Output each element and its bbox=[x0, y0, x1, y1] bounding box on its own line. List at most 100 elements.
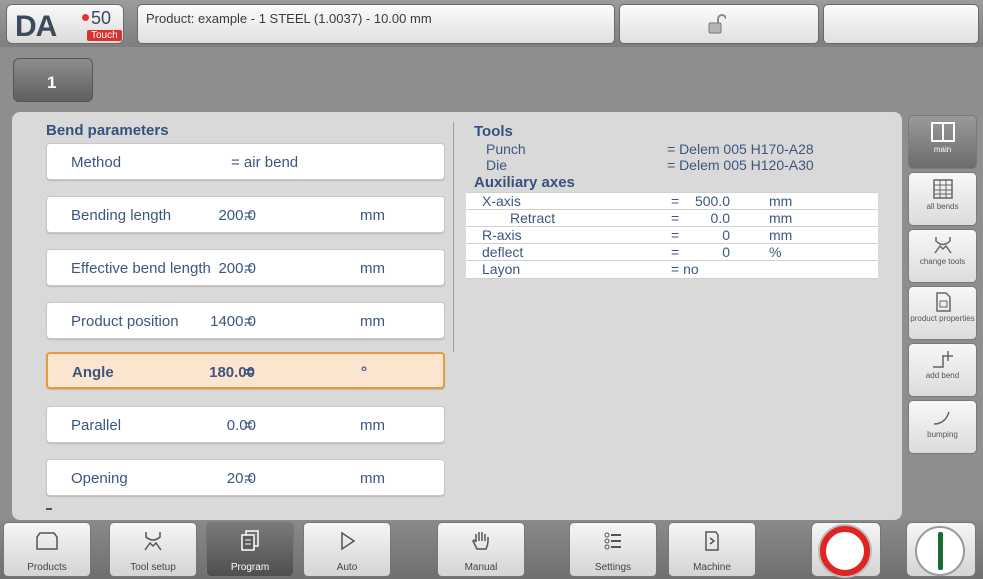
param-label: Opening bbox=[71, 470, 128, 487]
param-opening[interactable]: Opening = 20.0 mm bbox=[46, 459, 445, 496]
bend-parameters-title: Bend parameters bbox=[46, 122, 169, 139]
folder-icon bbox=[36, 532, 58, 550]
list-settings-icon bbox=[604, 532, 621, 550]
logo-text: DA bbox=[15, 10, 57, 43]
aux-label: deflect bbox=[482, 244, 524, 260]
nav-products[interactable]: Products bbox=[3, 522, 91, 577]
param-value: 1400.0 bbox=[210, 313, 256, 330]
aux-row-x-axis[interactable]: X-axis = 500.0 mm bbox=[466, 192, 878, 209]
param-label: Parallel bbox=[71, 417, 122, 434]
aux-row-deflect[interactable]: deflect = 0 % bbox=[466, 243, 878, 260]
nav-program-label: Program bbox=[230, 562, 270, 573]
add-bend-label: add bend bbox=[925, 371, 960, 380]
param-label: Product position bbox=[71, 313, 179, 330]
start-button[interactable] bbox=[906, 522, 976, 577]
change-tools-button[interactable]: change tools bbox=[908, 229, 977, 283]
aux-equals: = bbox=[671, 227, 680, 243]
aux-unit: % bbox=[769, 244, 782, 260]
bumping-icon bbox=[933, 411, 950, 425]
nav-products-label: Products bbox=[27, 562, 67, 573]
nav-settings[interactable]: Settings bbox=[569, 522, 657, 577]
param-unit: mm bbox=[360, 207, 385, 224]
column-divider bbox=[453, 122, 454, 352]
param-label: Angle bbox=[72, 364, 114, 381]
die-value[interactable]: = Delem 005 H120-A30 bbox=[667, 157, 859, 173]
aux-row-r-axis[interactable]: R-axis = 0 mm bbox=[466, 226, 878, 243]
all-bends-label: all bends bbox=[926, 202, 959, 211]
lock-box[interactable] bbox=[619, 4, 819, 44]
aux-value: 0 bbox=[722, 244, 730, 260]
param-value: 20.0 bbox=[226, 470, 256, 487]
document-icon bbox=[935, 292, 951, 312]
product-properties-label: product properties bbox=[910, 314, 975, 323]
all-bends-button[interactable]: all bends bbox=[908, 172, 977, 226]
param-angle[interactable]: Angle = 180.00 ° bbox=[46, 352, 445, 389]
aux-unit: mm bbox=[769, 210, 793, 226]
product-info[interactable]: Product: example - 1 STEEL (1.0037) - 10… bbox=[137, 4, 615, 44]
param-label: Bending length bbox=[71, 207, 172, 224]
nav-tool-setup-label: Tool setup bbox=[130, 562, 176, 573]
nav-auto[interactable]: Auto bbox=[303, 522, 391, 577]
stop-button[interactable] bbox=[811, 522, 881, 577]
param-unit: mm bbox=[360, 470, 385, 487]
param-unit: mm bbox=[360, 260, 385, 277]
aux-label: Retract bbox=[510, 210, 556, 226]
machine-icon bbox=[705, 531, 719, 551]
nav-manual-label: Manual bbox=[464, 562, 498, 573]
change-tools-label: change tools bbox=[919, 257, 966, 266]
scroll-indicator bbox=[46, 508, 52, 510]
aux-label: Layon bbox=[482, 261, 521, 277]
param-method[interactable]: Method = air bend bbox=[46, 143, 445, 180]
param-bending-length[interactable]: Bending length = 200.0 mm bbox=[46, 196, 445, 233]
add-bend-icon bbox=[932, 351, 953, 368]
split-view-icon bbox=[930, 122, 955, 142]
param-label: Method bbox=[71, 154, 122, 171]
product-properties-button[interactable]: product properties bbox=[908, 286, 977, 340]
param-effective-bend-length[interactable]: Effective bend length = 200.0 mm bbox=[46, 249, 445, 286]
nav-tool-setup[interactable]: Tool setup bbox=[109, 522, 197, 577]
aux-equals: = bbox=[671, 244, 680, 260]
aux-value: = no bbox=[671, 261, 699, 277]
param-value: 0.00 bbox=[226, 417, 256, 434]
aux-value: 0 bbox=[722, 227, 730, 243]
die-label: Die bbox=[486, 157, 508, 173]
nav-machine-label: Machine bbox=[693, 562, 731, 573]
tools-icon bbox=[933, 237, 952, 254]
bottom-navigation: Products Tool setup Program Auto Manual bbox=[0, 520, 983, 579]
nav-program[interactable]: Program bbox=[206, 522, 294, 577]
auxiliary-axes-title: Auxiliary axes bbox=[474, 174, 575, 191]
aux-equals: = bbox=[671, 193, 680, 209]
main-view-button[interactable]: main bbox=[908, 115, 977, 169]
param-label: Effective bend length bbox=[71, 260, 211, 277]
punch-die-icon bbox=[144, 532, 162, 551]
aux-unit: mm bbox=[769, 193, 793, 209]
nav-manual[interactable]: Manual bbox=[437, 522, 525, 577]
nav-auto-label: Auto bbox=[336, 562, 358, 573]
param-value: 200.0 bbox=[218, 260, 256, 277]
tab-bend-1[interactable]: 1 bbox=[13, 58, 93, 102]
logo-model: 50 bbox=[82, 8, 111, 29]
program-pages-icon bbox=[241, 530, 259, 551]
param-parallel[interactable]: Parallel = 0.00 mm bbox=[46, 406, 445, 443]
param-unit: mm bbox=[360, 417, 385, 434]
hand-icon bbox=[472, 532, 489, 550]
nav-settings-label: Settings bbox=[594, 562, 632, 573]
aux-label: X-axis bbox=[482, 193, 521, 209]
aux-row-layon[interactable]: Layon = no bbox=[466, 260, 878, 279]
add-bend-button[interactable]: add bend bbox=[908, 343, 977, 397]
main-view-label: main bbox=[933, 145, 952, 154]
punch-value[interactable]: = Delem 005 H170-A28 bbox=[667, 141, 859, 157]
padlock-icon[interactable] bbox=[708, 14, 726, 34]
tools-title: Tools bbox=[474, 123, 513, 140]
bumping-label: bumping bbox=[927, 430, 958, 439]
aux-row-retract[interactable]: Retract = 0.0 mm bbox=[466, 209, 878, 226]
param-product-position[interactable]: Product position = 1400.0 mm bbox=[46, 302, 445, 339]
nav-machine[interactable]: Machine bbox=[668, 522, 756, 577]
param-unit: ° bbox=[361, 364, 367, 381]
top-bar: DA 50 Touch Product: example - 1 STEEL (… bbox=[0, 0, 983, 47]
punch-label: Punch bbox=[486, 141, 526, 157]
aux-equals: = bbox=[671, 210, 680, 226]
play-icon bbox=[341, 531, 356, 551]
table-icon bbox=[932, 179, 953, 199]
bumping-button[interactable]: bumping bbox=[908, 400, 977, 454]
